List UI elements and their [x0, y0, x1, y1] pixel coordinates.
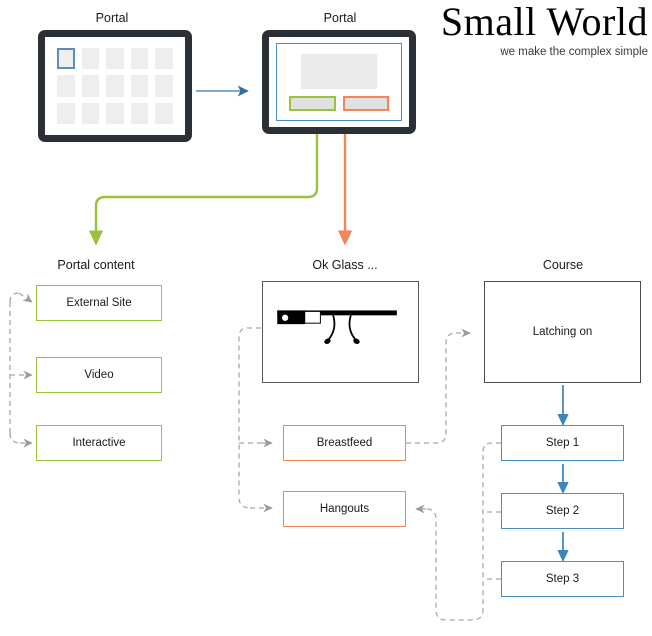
box-label: Video — [84, 369, 114, 381]
box-label: Step 2 — [545, 505, 580, 517]
portal-tile[interactable] — [106, 48, 124, 70]
course-step-1[interactable]: Step 1 — [501, 425, 624, 461]
portal-2-device[interactable] — [262, 30, 416, 134]
course-step-3[interactable]: Step 3 — [501, 561, 624, 597]
box-label: External Site — [66, 297, 132, 309]
portal-tile[interactable] — [130, 48, 149, 70]
dashed-ok-glass-bus — [238, 327, 262, 509]
portal-tile[interactable] — [130, 102, 149, 124]
portal-content-item-video[interactable]: Video — [36, 357, 162, 393]
portal-tile[interactable] — [155, 48, 173, 70]
brand-logo: Small World we make the complex simple — [441, 2, 648, 59]
portal-tile[interactable] — [130, 75, 149, 97]
portal-2-region-row — [289, 96, 389, 111]
portal-2-banner — [301, 54, 377, 89]
portal-content-item-external-site[interactable]: External Site — [36, 285, 162, 321]
dashed-steps-to-hangouts-loop — [425, 442, 501, 621]
box-label: Hangouts — [319, 503, 370, 515]
ok-glass-item-breastfeed[interactable]: Breastfeed — [283, 425, 406, 461]
course-primary-latching-on[interactable]: Latching on — [484, 281, 641, 383]
ok-glass-item-hangouts[interactable]: Hangouts — [283, 491, 406, 527]
portal-1-tile-grid — [45, 37, 185, 135]
course-title: Course — [542, 258, 584, 272]
portal-2-screen — [269, 37, 409, 127]
box-label: Step 3 — [545, 573, 580, 585]
dashed-arrowheads-portal-content — [18, 292, 33, 448]
box-label: Interactive — [72, 437, 126, 449]
ok-glass-illustration-box — [262, 281, 419, 383]
portal-2-title: Portal — [323, 11, 357, 25]
portal-1-device[interactable] — [38, 30, 192, 142]
portal-tile[interactable] — [57, 102, 75, 124]
diagram-canvas: Small World we make the complex simple P… — [0, 0, 652, 636]
ok-glass-title: Ok Glass ... — [312, 258, 378, 272]
portal-1-screen — [45, 37, 185, 135]
brand-tagline: we make the complex simple — [500, 46, 648, 58]
portal-tile[interactable] — [106, 102, 124, 124]
portal-content-title: Portal content — [57, 258, 135, 272]
course-step-2[interactable]: Step 2 — [501, 493, 624, 529]
google-glass-icon — [277, 310, 397, 344]
portal-tile[interactable] — [81, 75, 100, 97]
portal-1-title: Portal — [95, 11, 129, 25]
box-label: Latching on — [532, 326, 593, 338]
portal-tile[interactable] — [81, 102, 100, 124]
portal-tile[interactable] — [155, 102, 173, 124]
portal-tile[interactable] — [81, 48, 100, 70]
dashed-portal-content-bus — [9, 292, 26, 444]
portal-2-green-region[interactable] — [289, 96, 336, 111]
portal-2-orange-region[interactable] — [342, 96, 389, 111]
portal-tile[interactable] — [57, 75, 75, 97]
portal-2-blue-frame — [276, 43, 402, 121]
portal-tile-selected[interactable] — [57, 48, 75, 70]
brand-name: Small World — [440, 0, 648, 44]
portal-2-inner — [269, 37, 409, 127]
portal-tile[interactable] — [155, 75, 173, 97]
dashed-arrowheads-ok-glass — [250, 438, 273, 513]
portal-content-item-interactive[interactable]: Interactive — [36, 425, 162, 461]
box-label: Step 1 — [545, 437, 580, 449]
box-label: Breastfeed — [316, 437, 373, 449]
portal-tile[interactable] — [106, 75, 124, 97]
